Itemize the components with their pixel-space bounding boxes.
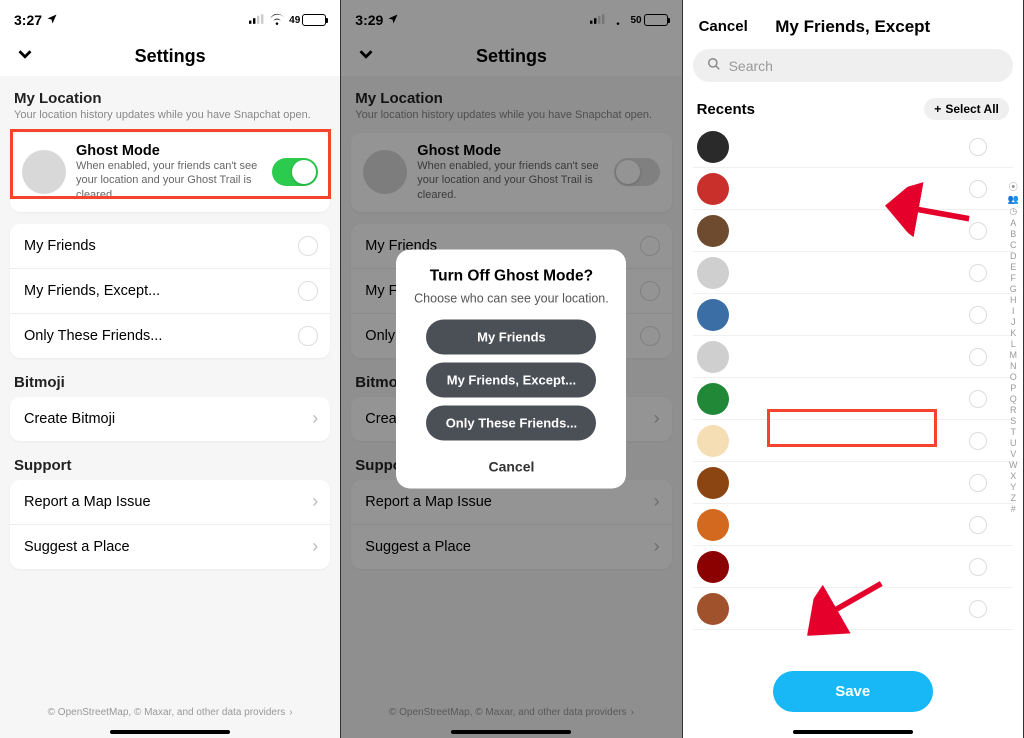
settings-panel: 3:27 49 Settings My Location Your locati… — [0, 0, 341, 738]
alphabet-index[interactable]: ⦿ 👥 ◷ ABCDEFGHIJKLMNOPQRSTUVWXYZ# — [1008, 180, 1019, 514]
page-title: Settings — [135, 46, 206, 67]
cancel-button[interactable]: Cancel — [699, 18, 748, 35]
status-bar: 3:27 49 — [0, 0, 340, 36]
recents-header: Recents + Select All — [683, 86, 1023, 126]
avatar — [697, 425, 729, 457]
friend-row[interactable] — [693, 126, 1013, 168]
page-title: My Friends, Except — [775, 17, 930, 37]
create-bitmoji-row[interactable]: Create Bitmoji› — [10, 397, 330, 441]
recents-label: Recents — [697, 101, 755, 118]
suggest-place-row[interactable]: Suggest a Place› — [10, 525, 330, 569]
friend-list[interactable] — [683, 126, 1023, 630]
settings-panel-modal: 3:29 50 Settings My Location Your locati… — [341, 0, 682, 738]
modal-my-friends-button[interactable]: My Friends — [426, 320, 596, 355]
friend-row[interactable] — [693, 294, 1013, 336]
avatar — [697, 509, 729, 541]
friend-row[interactable] — [693, 462, 1013, 504]
avatar — [697, 173, 729, 205]
signal-icon — [249, 12, 265, 28]
search-placeholder: Search — [729, 58, 773, 74]
friends-except-panel: Cancel My Friends, Except Search Recents… — [683, 0, 1024, 738]
settings-header: Settings — [0, 36, 340, 76]
chevron-right-icon: › — [312, 408, 318, 429]
friend-row[interactable] — [693, 504, 1013, 546]
ghost-mode-toggle[interactable] — [272, 158, 318, 186]
ghost-mode-card: Ghost Mode When enabled, your friends ca… — [10, 133, 330, 212]
avatar — [697, 299, 729, 331]
footer-attribution[interactable]: © OpenStreetMap, © Maxar, and other data… — [0, 707, 340, 718]
modal-title: Turn Off Ghost Mode? — [410, 268, 612, 286]
radio-unchecked — [969, 138, 987, 156]
ghost-mode-modal: Turn Off Ghost Mode? Choose who can see … — [396, 250, 626, 489]
radio-unchecked — [298, 236, 318, 256]
option-only-these-friends[interactable]: Only These Friends... — [10, 314, 330, 358]
modal-my-friends-except-button[interactable]: My Friends, Except... — [426, 363, 596, 398]
friend-row[interactable] — [693, 378, 1013, 420]
friend-row[interactable] — [693, 420, 1013, 462]
location-icon — [46, 12, 58, 28]
ghost-avatar-icon — [22, 150, 66, 194]
ghost-mode-title: Ghost Mode — [76, 143, 262, 159]
avatar — [697, 593, 729, 625]
search-icon — [707, 57, 721, 74]
chevron-right-icon: › — [312, 491, 318, 512]
friend-row[interactable] — [693, 168, 1013, 210]
chevron-right-icon: › — [312, 536, 318, 557]
avatar — [697, 383, 729, 415]
location-section-label: My Location — [0, 86, 340, 109]
friend-row[interactable] — [693, 588, 1013, 630]
people-icon: 👥 — [1008, 194, 1019, 205]
select-all-button[interactable]: + Select All — [924, 98, 1009, 120]
back-chevron[interactable] — [14, 43, 36, 69]
support-section-label: Support — [0, 453, 340, 476]
location-section-subtitle: Your location history updates while you … — [0, 109, 340, 129]
option-my-friends-except[interactable]: My Friends, Except... — [10, 269, 330, 314]
friends-header: Cancel My Friends, Except — [683, 0, 1023, 45]
bitmoji-section-label: Bitmoji — [0, 370, 340, 393]
home-indicator[interactable] — [110, 730, 230, 734]
group-icon: ⦿ — [1009, 180, 1018, 193]
avatar — [697, 257, 729, 289]
wifi-icon — [269, 12, 285, 28]
visibility-options-card: My Friends My Friends, Except... Only Th… — [10, 224, 330, 358]
friend-row[interactable] — [693, 336, 1013, 378]
bitmoji-card: Create Bitmoji› — [10, 397, 330, 441]
avatar — [697, 551, 729, 583]
friend-row[interactable] — [693, 252, 1013, 294]
radio-unchecked — [298, 281, 318, 301]
modal-only-these-friends-button[interactable]: Only These Friends... — [426, 406, 596, 441]
ghost-mode-desc: When enabled, your friends can't see you… — [76, 159, 262, 202]
avatar — [697, 215, 729, 247]
avatar — [697, 467, 729, 499]
modal-cancel-button[interactable]: Cancel — [410, 449, 612, 479]
save-button[interactable]: Save — [773, 671, 933, 712]
home-indicator[interactable] — [793, 730, 913, 734]
friend-row[interactable] — [693, 546, 1013, 588]
plus-icon: + — [934, 102, 941, 116]
modal-subtitle: Choose who can see your location. — [410, 292, 612, 306]
option-my-friends[interactable]: My Friends — [10, 224, 330, 269]
report-map-issue-row[interactable]: Report a Map Issue› — [10, 480, 330, 525]
clock-icon: ◷ — [1009, 206, 1017, 217]
avatar — [697, 341, 729, 373]
radio-unchecked — [298, 326, 318, 346]
avatar — [697, 131, 729, 163]
battery-indicator: 49 — [289, 14, 326, 26]
status-time: 3:27 — [14, 12, 42, 28]
support-card: Report a Map Issue› Suggest a Place› — [10, 480, 330, 569]
search-input[interactable]: Search — [693, 49, 1013, 82]
friend-row[interactable] — [693, 210, 1013, 252]
